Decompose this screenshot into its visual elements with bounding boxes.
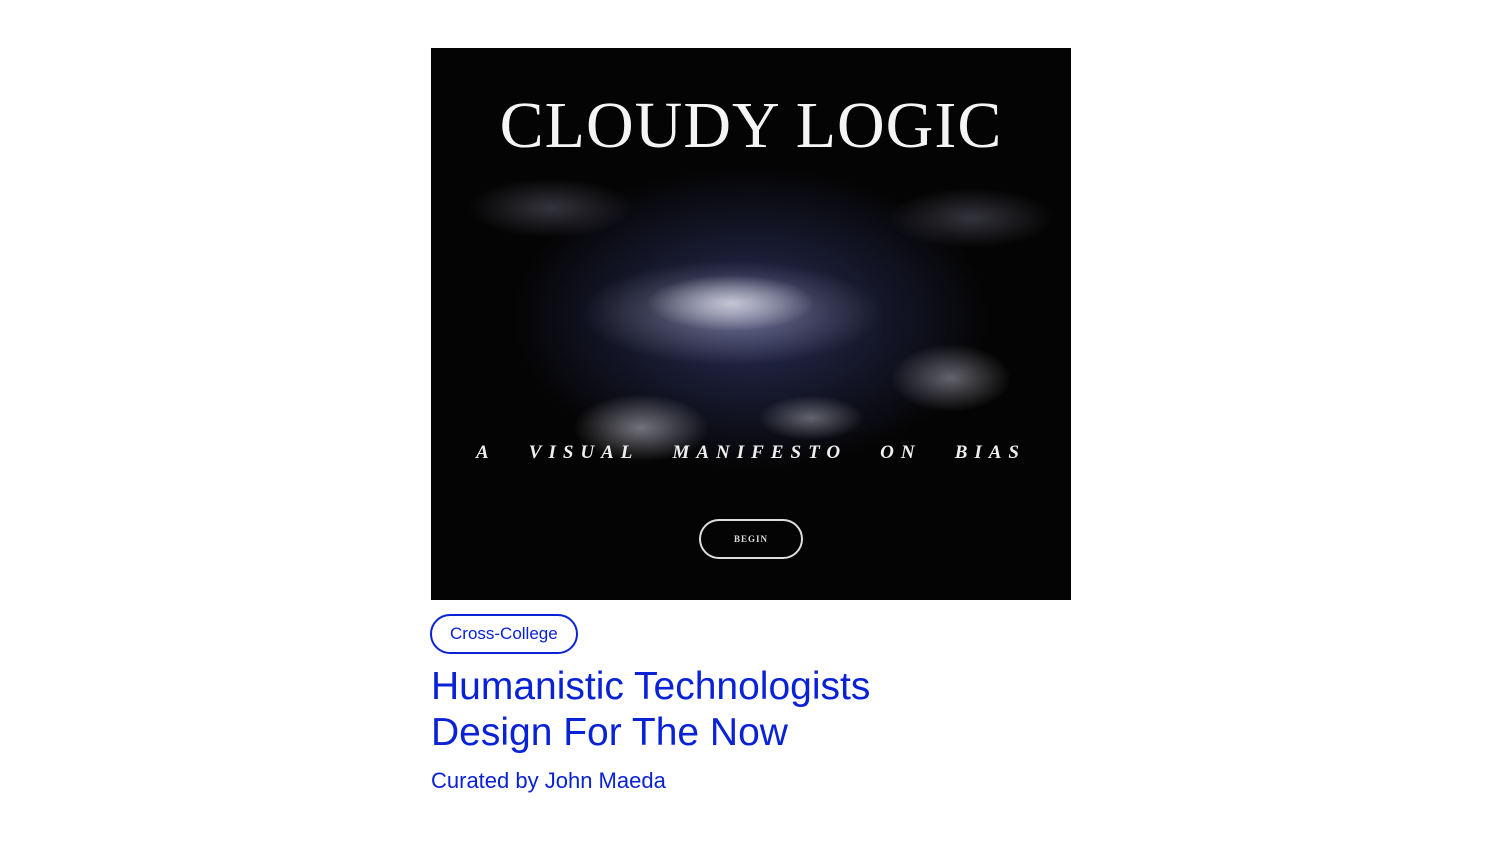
begin-button[interactable]: BEGIN xyxy=(699,519,803,559)
project-hero-image[interactable]: CLOUDY LOGIC A VISUAL MANIFESTO ON BIAS … xyxy=(431,48,1071,600)
subtitle-word: ON xyxy=(880,442,922,463)
category-tag[interactable]: Cross-College xyxy=(430,614,578,654)
project-title-line: Humanistic Technologists xyxy=(431,665,871,708)
subtitle-word: MANIFESTO xyxy=(672,442,848,463)
subtitle-word: A xyxy=(476,442,496,463)
hero-subtitle: A VISUAL MANIFESTO ON BIAS xyxy=(476,442,1026,464)
subtitle-word: BIAS xyxy=(954,442,1026,463)
hero-title: CLOUDY LOGIC xyxy=(499,89,1003,162)
project-title[interactable]: Humanistic Technologists Design For The … xyxy=(431,664,870,756)
curator-text: Curated by John Maeda xyxy=(431,768,666,793)
subtitle-word: VISUAL xyxy=(528,442,640,463)
project-title-line: Design For The Now xyxy=(431,711,788,754)
